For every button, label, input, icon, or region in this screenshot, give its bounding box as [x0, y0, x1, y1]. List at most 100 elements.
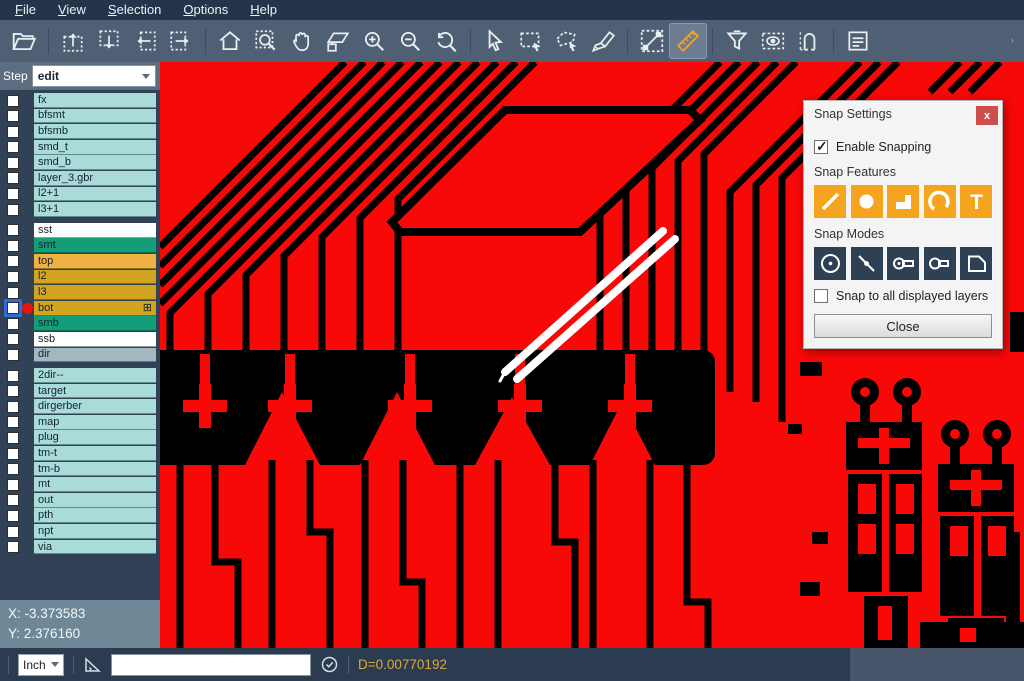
- layer-name[interactable]: top: [34, 254, 156, 269]
- layer-name[interactable]: tm-b: [34, 462, 156, 477]
- snap-all-layers-checkbox[interactable]: [814, 289, 828, 303]
- layer-row-l3[interactable]: l3: [0, 285, 160, 301]
- layer-visibility-checkbox[interactable]: [7, 526, 19, 538]
- layer-row-smd_b[interactable]: smd_b: [0, 155, 160, 171]
- home-view-icon[interactable]: [212, 24, 248, 58]
- layer-visibility-checkbox[interactable]: [7, 141, 19, 153]
- zoom-previous-icon[interactable]: [428, 24, 464, 58]
- snap-line-button[interactable]: [814, 185, 846, 218]
- layer-visibility-checkbox[interactable]: [7, 204, 19, 216]
- layer-name[interactable]: fx: [34, 93, 156, 108]
- layer-row-sst[interactable]: sst: [0, 223, 160, 239]
- layer-name[interactable]: pth: [34, 508, 156, 523]
- layer-name[interactable]: target: [34, 384, 156, 399]
- layer-visibility-checkbox[interactable]: [7, 479, 19, 491]
- zoom-out-icon[interactable]: [392, 24, 428, 58]
- snap-all-layers-row[interactable]: Snap to all displayed layers: [814, 289, 992, 303]
- layer-row-dir[interactable]: dir: [0, 348, 160, 364]
- measure-line-icon[interactable]: [634, 24, 670, 58]
- layer-name[interactable]: l3: [34, 285, 156, 300]
- layer-row-mt[interactable]: mt: [0, 477, 160, 493]
- move-left-icon[interactable]: [127, 24, 163, 58]
- layer-name[interactable]: smd_b: [34, 155, 156, 170]
- layer-row-bfsmt[interactable]: bfsmt: [0, 109, 160, 125]
- close-button[interactable]: Close: [814, 314, 992, 338]
- zoom-in-icon[interactable]: [356, 24, 392, 58]
- layer-row-npt[interactable]: npt: [0, 524, 160, 540]
- snap-magnet-icon[interactable]: [791, 24, 827, 58]
- filter-funnel-icon[interactable]: [719, 24, 755, 58]
- sync-check-icon[interactable]: [320, 655, 339, 674]
- polygon-select-icon[interactable]: [549, 24, 585, 58]
- layer-name[interactable]: plug: [34, 430, 156, 445]
- layer-visibility-checkbox[interactable]: [7, 385, 19, 397]
- layer-row-l2+1[interactable]: l2+1: [0, 187, 160, 203]
- layer-row-target[interactable]: target: [0, 384, 160, 400]
- layer-row-via[interactable]: via: [0, 540, 160, 556]
- layer-visibility-checkbox[interactable]: [7, 287, 19, 299]
- layer-visibility-checkbox[interactable]: [7, 318, 19, 330]
- snap-pad-button[interactable]: [851, 185, 883, 218]
- layer-row-tm-t[interactable]: tm-t: [0, 446, 160, 462]
- layer-row-plug[interactable]: plug: [0, 430, 160, 446]
- layer-row-map[interactable]: map: [0, 415, 160, 431]
- move-right-icon[interactable]: [163, 24, 199, 58]
- snap-center-button[interactable]: [814, 247, 846, 280]
- layer-row-2dir--[interactable]: 2dir--: [0, 368, 160, 384]
- layer-name[interactable]: bfsmt: [34, 109, 156, 124]
- layer-row-ssb[interactable]: ssb: [0, 332, 160, 348]
- layer-visibility-checkbox[interactable]: [7, 172, 19, 184]
- layer-name[interactable]: ssb: [34, 332, 156, 347]
- step-select[interactable]: edit: [32, 65, 156, 87]
- layer-row-smb[interactable]: smb: [0, 316, 160, 332]
- layer-visibility-checkbox[interactable]: [7, 95, 19, 107]
- layer-visibility-checkbox[interactable]: [7, 110, 19, 122]
- snap-corner-button[interactable]: [960, 247, 992, 280]
- menu-item-file[interactable]: File: [4, 0, 47, 20]
- unit-select[interactable]: Inch: [18, 654, 64, 676]
- command-input[interactable]: [111, 654, 311, 676]
- layer-visibility-checkbox[interactable]: [7, 432, 19, 444]
- snap-point-on-line-button[interactable]: [851, 247, 883, 280]
- snap-slot-button[interactable]: [924, 247, 956, 280]
- close-icon[interactable]: x: [976, 106, 998, 125]
- layer-visibility-checkbox[interactable]: [7, 271, 19, 283]
- layer-row-smd_t[interactable]: smd_t: [0, 140, 160, 156]
- ruler-icon[interactable]: [670, 24, 706, 58]
- snap-arc-button[interactable]: [924, 185, 956, 218]
- layer-visibility-checkbox[interactable]: [7, 370, 19, 382]
- layer-visibility-checkbox[interactable]: [7, 494, 19, 506]
- layer-visibility-checkbox[interactable]: [7, 240, 19, 252]
- layer-row-dirgerber[interactable]: dirgerber: [0, 399, 160, 415]
- layer-visibility-checkbox[interactable]: [7, 188, 19, 200]
- layer-name[interactable]: smd_t: [34, 140, 156, 155]
- rect-select-icon[interactable]: [513, 24, 549, 58]
- layer-row-bot[interactable]: bot⊞: [0, 301, 160, 317]
- layer-row-bfsmb[interactable]: bfsmb: [0, 124, 160, 140]
- pan-hand-icon[interactable]: [284, 24, 320, 58]
- move-up-icon[interactable]: [55, 24, 91, 58]
- layer-name[interactable]: l2: [34, 270, 156, 285]
- menu-item-help[interactable]: Help: [239, 0, 288, 20]
- layer-row-layer_3.gbr[interactable]: layer_3.gbr: [0, 171, 160, 187]
- layer-visibility-checkbox[interactable]: [7, 541, 19, 553]
- layer-visibility-checkbox[interactable]: [7, 416, 19, 428]
- dialog-titlebar[interactable]: Snap Settings x: [804, 101, 1002, 127]
- layer-visibility-checkbox[interactable]: [7, 349, 19, 361]
- sketch-brush-icon[interactable]: [585, 24, 621, 58]
- report-form-icon[interactable]: [840, 24, 876, 58]
- angle-mode-icon[interactable]: [83, 655, 102, 674]
- layer-name[interactable]: 2dir--: [34, 368, 156, 383]
- enable-snapping-row[interactable]: Enable Snapping: [814, 140, 992, 154]
- zoom-polygon-icon[interactable]: [320, 24, 356, 58]
- layer-visibility-checkbox[interactable]: [7, 302, 19, 314]
- snap-pad-entry-button[interactable]: [887, 247, 919, 280]
- layer-visibility-checkbox[interactable]: [7, 401, 19, 413]
- zoom-area-icon[interactable]: [248, 24, 284, 58]
- layer-name[interactable]: l2+1: [34, 187, 156, 202]
- menu-item-view[interactable]: View: [47, 0, 97, 20]
- layer-row-out[interactable]: out: [0, 493, 160, 509]
- layer-visibility-checkbox[interactable]: [7, 510, 19, 522]
- layer-name[interactable]: bot⊞: [34, 301, 156, 316]
- snap-surface-button[interactable]: [887, 185, 919, 218]
